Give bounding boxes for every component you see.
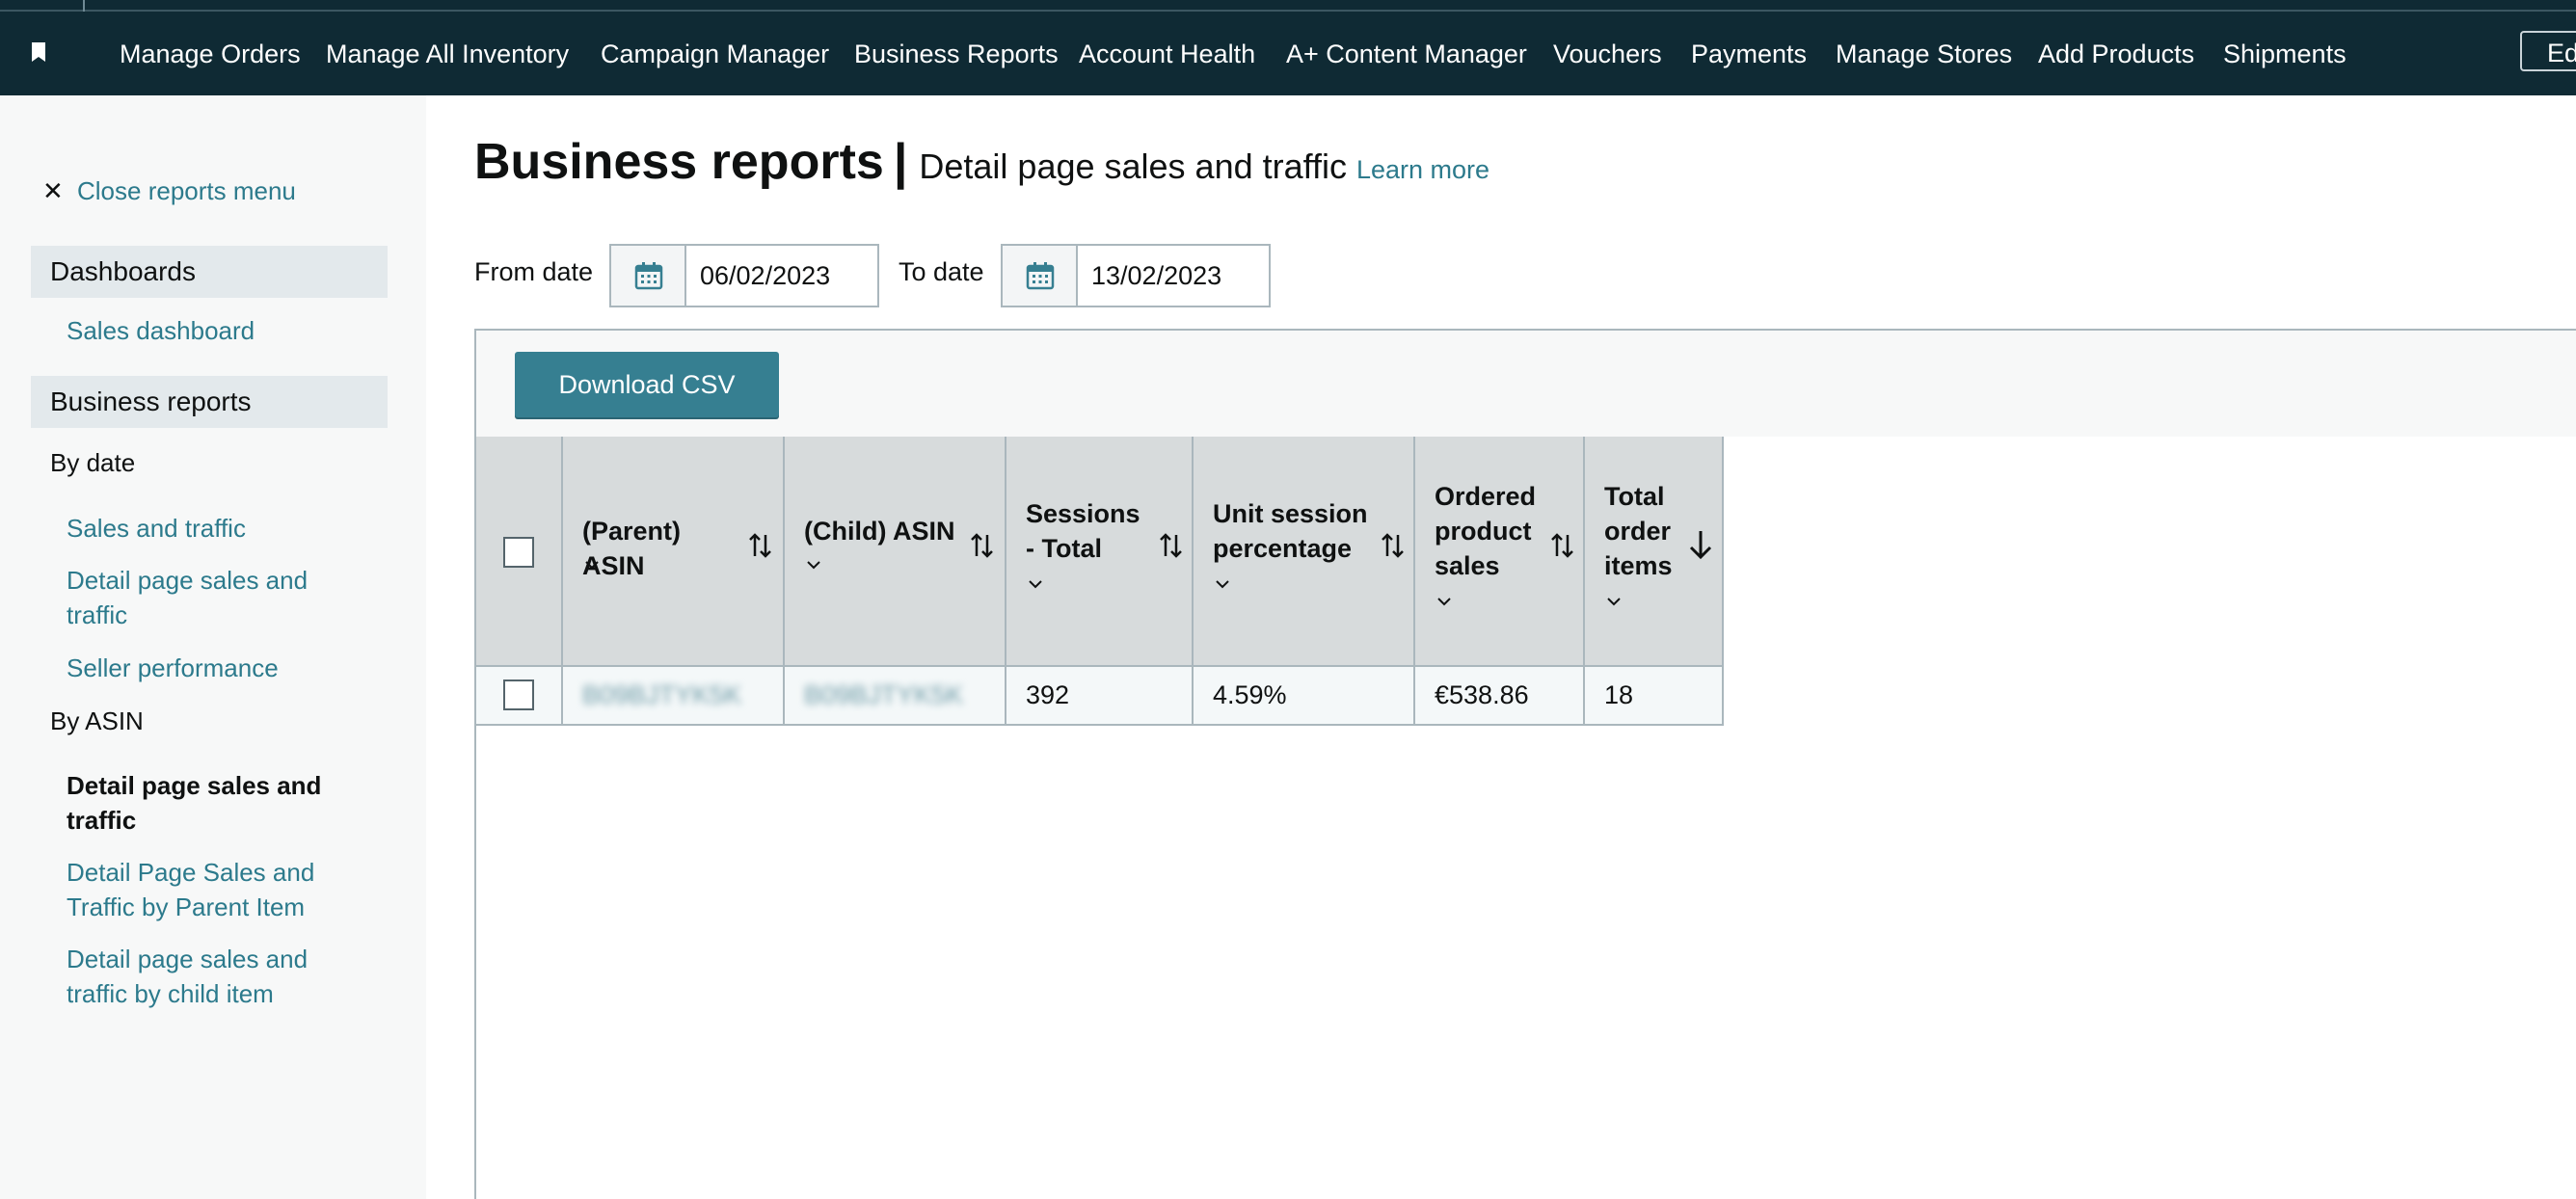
chevron-down-icon[interactable] [1606, 597, 1622, 606]
nav-add-products[interactable]: Add Products [2038, 37, 2194, 71]
download-csv-button[interactable]: Download CSV [515, 352, 779, 417]
column-header-ordered-product-sales[interactable]: Ordered product sales [1415, 437, 1585, 667]
to-date-picker [1001, 244, 1271, 307]
column-header-sessions-total[interactable]: Sessions - Total [1006, 437, 1194, 667]
close-icon: ✕ [42, 176, 64, 205]
chevron-down-icon[interactable] [806, 560, 821, 570]
sidebar-active-detail-page-sales-and-traffic[interactable]: Detail page sales and traffic [67, 768, 375, 838]
to-date-label: To date [899, 257, 984, 286]
sidebar-link-sales-and-traffic[interactable]: Sales and traffic [67, 511, 375, 546]
nav-business-reports[interactable]: Business Reports [854, 37, 1059, 71]
report-panel: Download CSV (Parent) ASIN (Child) ASIN … [474, 329, 2576, 1199]
page-subtitle: Detail page sales and traffic [919, 147, 1347, 186]
cell-child-asin[interactable]: B09BJTYK5K [785, 667, 1006, 726]
title-separator: | [893, 134, 908, 190]
cell-unit-session-percentage: 4.59% [1194, 667, 1415, 726]
close-reports-menu-link[interactable]: ✕ Close reports menu [42, 173, 296, 208]
nav-manage-stores[interactable]: Manage Stores [1836, 37, 2012, 71]
parent-asin-value: B09BJTYK5K [582, 680, 742, 709]
page-header: Business reports | Detail page sales and t… [474, 133, 1489, 197]
row-checkbox[interactable] [503, 679, 534, 710]
sidebar-link-seller-performance[interactable]: Seller performance [67, 651, 375, 685]
column-header-child-asin[interactable]: (Child) ASIN [785, 437, 1006, 667]
column-label-total-order-items: Total order items [1604, 482, 1673, 580]
column-label-ordered-product-sales: Ordered product sales [1435, 482, 1537, 580]
sidebar-link-sales-dashboard[interactable]: Sales dashboard [67, 313, 375, 348]
header-select-all-cell [476, 437, 563, 667]
from-date-label: From date [474, 257, 594, 286]
chevron-down-icon[interactable] [1028, 579, 1043, 589]
sort-icon[interactable] [1550, 531, 1575, 560]
chevron-down-icon[interactable] [584, 560, 600, 570]
calendar-icon [1026, 262, 1055, 290]
column-label-sessions-total: Sessions - Total [1026, 499, 1140, 563]
nav-shipments[interactable]: Shipments [2223, 37, 2347, 71]
sidebar-heading-business-reports: Business reports [31, 376, 388, 428]
child-asin-value: B09BJTYK5K [804, 680, 964, 709]
chevron-down-icon[interactable] [1436, 597, 1452, 606]
from-date-picker [609, 244, 879, 307]
report-toolbar: Download CSV [476, 331, 2576, 437]
column-label-unit-session-percentage: Unit session percentage [1213, 499, 1368, 563]
bookmark-icon[interactable] [31, 42, 46, 62]
sidebar-link-by-child-item[interactable]: Detail page sales and traffic by child i… [67, 942, 375, 1011]
cell-sessions-total: 392 [1006, 667, 1194, 726]
sidebar-link-detail-page-sales-and-traffic[interactable]: Detail page sales and traffic [67, 563, 375, 632]
from-date-calendar-button[interactable] [611, 246, 686, 306]
nav-account-health[interactable]: Account Health [1079, 37, 1255, 71]
sort-icon[interactable] [748, 531, 773, 560]
column-label-parent-asin: (Parent) ASIN [582, 517, 682, 580]
select-all-checkbox[interactable] [503, 537, 534, 568]
sort-descending-icon[interactable] [1687, 529, 1714, 560]
calendar-icon [634, 262, 663, 290]
cell-parent-asin[interactable]: B09BJTYK5K [563, 667, 785, 726]
to-date-calendar-button[interactable] [1003, 246, 1078, 306]
close-reports-menu-label: Close reports menu [77, 176, 296, 205]
column-header-parent-asin[interactable]: (Parent) ASIN [563, 437, 785, 667]
column-label-child-asin: (Child) ASIN [804, 517, 955, 546]
sort-icon[interactable] [1159, 531, 1184, 560]
report-table: (Parent) ASIN (Child) ASIN Sessions - To… [476, 437, 1724, 726]
sort-icon[interactable] [1381, 531, 1406, 560]
column-header-total-order-items[interactable]: Total order items [1585, 437, 1724, 667]
cell-ordered-product-sales: €538.86 [1415, 667, 1585, 726]
nav-vouchers[interactable]: Vouchers [1553, 37, 1662, 71]
edit-button[interactable]: Ed [2520, 31, 2576, 71]
top-navigation-bar: Manage Orders Manage All Inventory Campa… [0, 0, 2576, 95]
learn-more-link[interactable]: Learn more [1356, 155, 1489, 184]
row-select-cell [476, 667, 563, 726]
chevron-down-icon[interactable] [1215, 579, 1230, 589]
nav-divider [0, 10, 2576, 12]
nav-manage-all-inventory[interactable]: Manage All Inventory [326, 37, 569, 71]
nav-manage-orders[interactable]: Manage Orders [120, 37, 301, 71]
sidebar-heading-dashboards: Dashboards [31, 246, 388, 298]
nav-tick [83, 0, 85, 12]
to-date-input[interactable] [1078, 246, 1267, 306]
sidebar-label-by-asin: By ASIN [50, 706, 144, 735]
sidebar-link-by-parent-item[interactable]: Detail Page Sales and Traffic by Parent … [67, 855, 375, 924]
nav-campaign-manager[interactable]: Campaign Manager [601, 37, 829, 71]
sort-icon[interactable] [970, 531, 995, 560]
page-title: Business reports [474, 134, 884, 190]
nav-a-plus-content-manager[interactable]: A+ Content Manager [1286, 37, 1527, 71]
column-header-unit-session-percentage[interactable]: Unit session percentage [1194, 437, 1415, 667]
sidebar-label-by-date: By date [50, 448, 136, 477]
cell-total-order-items: 18 [1585, 667, 1724, 726]
nav-payments[interactable]: Payments [1691, 37, 1807, 71]
from-date-input[interactable] [686, 246, 875, 306]
